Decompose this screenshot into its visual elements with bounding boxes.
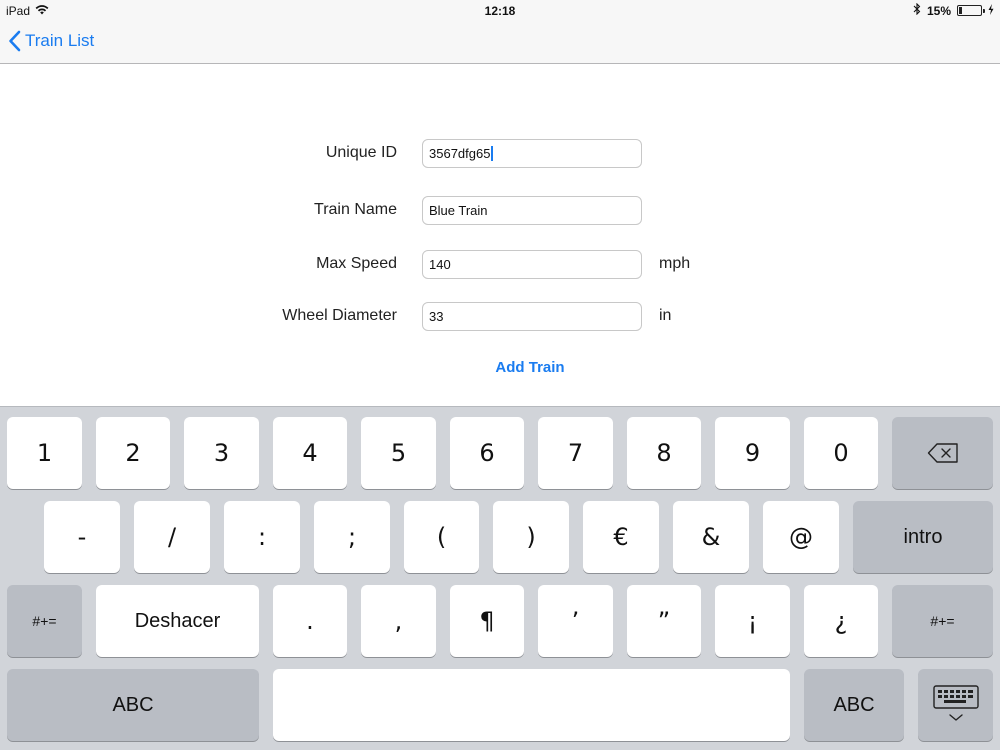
- undo-key[interactable]: Deshacer: [96, 585, 259, 657]
- train-name-field[interactable]: Blue Train: [422, 196, 642, 225]
- wheel-diameter-row: Wheel Diameter 33 in: [0, 302, 1000, 332]
- key-inverted-exclamation[interactable]: ¡: [715, 585, 790, 657]
- back-button-label: Train List: [25, 31, 95, 50]
- unique-id-field[interactable]: 3567dfg65: [422, 139, 642, 168]
- back-button[interactable]: Train List: [8, 30, 94, 52]
- key-3[interactable]: 3: [184, 417, 259, 489]
- key-colon[interactable]: :: [224, 501, 300, 573]
- status-right: 15%: [913, 2, 994, 18]
- key-0[interactable]: 0: [804, 417, 878, 489]
- text-cursor: [491, 146, 494, 161]
- add-train-button[interactable]: Add Train: [480, 359, 580, 376]
- status-bar: iPad 12:18 15%: [0, 0, 1000, 22]
- key-apostrophe[interactable]: ’: [538, 585, 613, 657]
- key-period[interactable]: .: [273, 585, 347, 657]
- battery-level: [959, 7, 962, 14]
- wheel-diameter-label: Wheel Diameter: [282, 307, 397, 324]
- max-speed-label: Max Speed: [316, 255, 397, 272]
- keyboard: 1 2 3 4 5 6 7 8 9 0 - / : ; ( ) € & @ in…: [0, 406, 1000, 750]
- key-at[interactable]: @: [763, 501, 839, 573]
- symbols-key-left[interactable]: #+=: [7, 585, 82, 657]
- train-name-label: Train Name: [314, 201, 397, 218]
- status-time: 12:18: [484, 4, 516, 18]
- battery-percent: 15%: [926, 3, 951, 18]
- max-speed-field[interactable]: 140: [422, 250, 642, 279]
- wheel-diameter-value: 33: [429, 309, 444, 324]
- abc-key-left[interactable]: ABC: [7, 669, 259, 741]
- max-speed-row: Max Speed 140 mph: [0, 250, 1000, 280]
- key-inverted-question[interactable]: ¿: [804, 585, 878, 657]
- key-8[interactable]: 8: [627, 417, 701, 489]
- key-hyphen[interactable]: -: [44, 501, 120, 573]
- key-ampersand[interactable]: &: [673, 501, 749, 573]
- return-key[interactable]: intro: [853, 501, 993, 573]
- key-4[interactable]: 4: [273, 417, 347, 489]
- battery-icon: [957, 5, 985, 16]
- key-semicolon[interactable]: ;: [314, 501, 390, 573]
- unique-id-row: Unique ID 3567dfg65: [0, 139, 1000, 169]
- delete-key[interactable]: [892, 417, 993, 489]
- key-quote[interactable]: ”: [627, 585, 701, 657]
- train-name-row: Train Name Blue Train: [0, 196, 1000, 226]
- abc-key-right[interactable]: ABC: [804, 669, 904, 741]
- key-slash[interactable]: /: [134, 501, 210, 573]
- key-close-paren[interactable]: ): [493, 501, 569, 573]
- key-euro[interactable]: €: [583, 501, 659, 573]
- bluetooth-icon: [913, 2, 921, 18]
- max-speed-unit: mph: [659, 255, 691, 272]
- wheel-diameter-unit: in: [659, 307, 672, 324]
- dismiss-keyboard-key[interactable]: [918, 669, 993, 741]
- symbols-key-right[interactable]: #+=: [892, 585, 993, 657]
- key-9[interactable]: 9: [715, 417, 790, 489]
- key-open-paren[interactable]: (: [404, 501, 479, 573]
- key-1[interactable]: 1: [7, 417, 82, 489]
- key-6[interactable]: 6: [450, 417, 524, 489]
- charging-icon: [988, 3, 994, 18]
- key-pilcrow[interactable]: ¶: [450, 585, 524, 657]
- space-bar[interactable]: [273, 669, 790, 741]
- unique-id-value: 3567dfg65: [429, 146, 491, 161]
- delete-backspace-icon: [927, 442, 959, 464]
- key-7[interactable]: 7: [538, 417, 613, 489]
- max-speed-value: 140: [429, 257, 451, 272]
- train-name-value: Blue Train: [429, 203, 488, 218]
- chevron-left-icon: [8, 30, 21, 52]
- unique-id-label: Unique ID: [325, 144, 397, 161]
- navigation-bar: Train List: [0, 22, 1000, 64]
- key-2[interactable]: 2: [96, 417, 170, 489]
- key-5[interactable]: 5: [361, 417, 436, 489]
- wheel-diameter-field[interactable]: 33: [422, 302, 642, 331]
- keyboard-dismiss-icon: [932, 685, 979, 725]
- key-comma[interactable]: ,: [361, 585, 436, 657]
